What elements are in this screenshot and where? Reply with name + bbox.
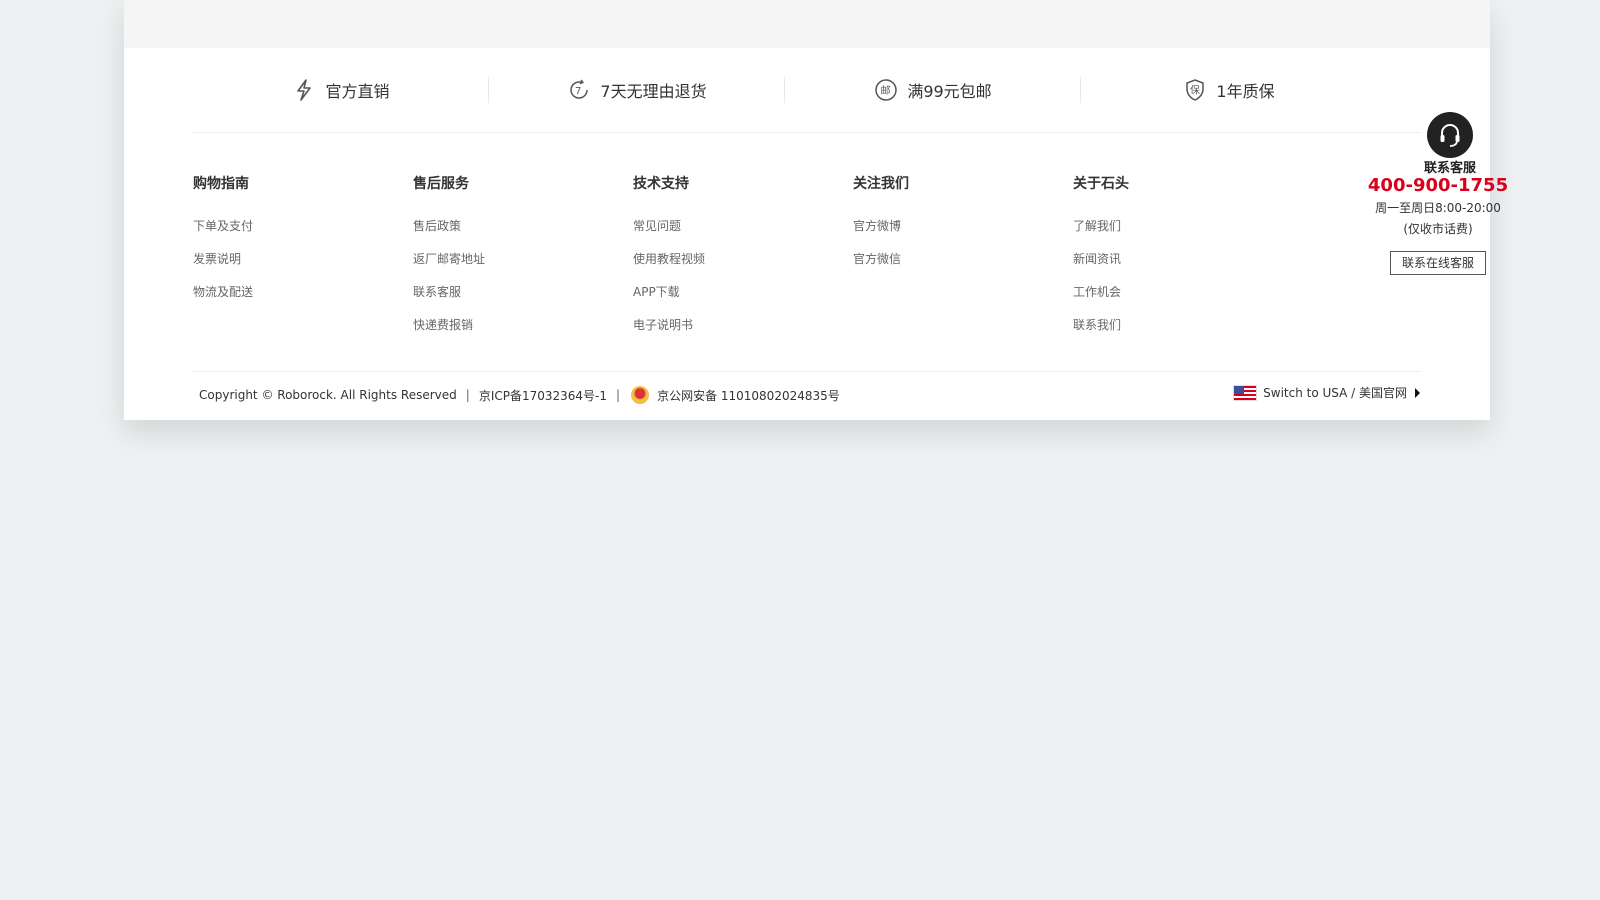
- footer-link[interactable]: 官方微博: [853, 218, 1023, 234]
- shield-guarantee-icon: 保: [1183, 78, 1207, 102]
- footer-link[interactable]: 返厂邮寄地址: [413, 251, 583, 267]
- lightning-icon: [292, 78, 316, 102]
- column-title: 购物指南: [193, 176, 249, 192]
- promise-7-day-return: 7 7天无理由退货: [489, 48, 785, 132]
- page-card: 官方直销 7 7天无理由退货 邮 满99元包邮 保 1年质保 购物指南 下单及支…: [124, 0, 1508, 421]
- promise-label: 官方直销: [325, 82, 390, 101]
- service-hours: 周一至周日8:00-20:00: [1375, 201, 1501, 215]
- customer-service-contact: 400-900-1755 周一至周日8:00-20:00 (仅收市话费) 联系在…: [1363, 174, 1513, 275]
- top-gray-strip: [124, 0, 1490, 48]
- floating-service-label: 联系客服: [1423, 161, 1476, 176]
- headset-icon: [1427, 112, 1473, 158]
- footer-column-shopping-guide: 购物指南 下单及支付 发票说明 物流及配送: [193, 174, 363, 317]
- promise-label: 1年质保: [1216, 82, 1275, 101]
- service-fee-note: (仅收市话费): [1403, 222, 1473, 236]
- column-title: 关于石头: [1073, 176, 1129, 192]
- footer-bottom-bar: Copyright © Roborock. All Rights Reserve…: [193, 371, 1420, 421]
- copyright-text: Copyright © Roborock. All Rights Reserve…: [199, 388, 457, 402]
- seven-day-return-icon: 7: [567, 78, 591, 102]
- footer-link[interactable]: 官方微信: [853, 251, 1023, 267]
- caret-right-icon: [1415, 387, 1420, 398]
- separator: |: [465, 388, 470, 402]
- promise-warranty: 保 1年质保: [1081, 48, 1377, 132]
- footer-links: 购物指南 下单及支付 发票说明 物流及配送 售后服务 售后政策 返厂邮寄地址 联…: [193, 174, 1508, 344]
- footer-link[interactable]: APP下载: [633, 284, 803, 300]
- footer-link[interactable]: 售后政策: [413, 218, 583, 234]
- promise-label: 满99元包邮: [907, 82, 992, 101]
- online-service-button[interactable]: 联系在线客服: [1389, 251, 1486, 275]
- mail-glyph: 邮: [881, 84, 891, 97]
- mail-stamp-icon: 邮: [874, 78, 898, 102]
- footer-link[interactable]: 工作机会: [1073, 284, 1243, 300]
- column-title: 关注我们: [853, 176, 909, 192]
- footer-column-tech-support: 技术支持 常见问题 使用教程视频 APP下载 电子说明书: [633, 174, 803, 350]
- footer-link[interactable]: 下单及支付: [193, 218, 363, 234]
- footer-link[interactable]: 快递费报销: [413, 317, 583, 333]
- copyright-line: Copyright © Roborock. All Rights Reserve…: [199, 386, 840, 404]
- return-glyph: 7: [575, 86, 581, 97]
- footer-link[interactable]: 物流及配送: [193, 284, 363, 300]
- public-security-record-link[interactable]: 京公网安备 11010802024835号: [657, 387, 840, 404]
- floating-customer-service[interactable]: 联系客服: [1420, 112, 1480, 180]
- promise-label: 7天无理由退货: [600, 82, 707, 101]
- switch-region-link[interactable]: Switch to USA / 美国官网: [1233, 384, 1420, 401]
- footer-column-about: 关于石头 了解我们 新闻资讯 工作机会 联系我们: [1073, 174, 1243, 350]
- footer-link[interactable]: 新闻资讯: [1073, 251, 1243, 267]
- footer-link[interactable]: 联系客服: [413, 284, 583, 300]
- switch-region-label: Switch to USA / 美国官网: [1263, 386, 1407, 400]
- footer-link[interactable]: 了解我们: [1073, 218, 1243, 234]
- separator: |: [616, 388, 621, 402]
- footer-link[interactable]: 使用教程视频: [633, 251, 803, 267]
- footer-column-follow-us: 关注我们 官方微博 官方微信: [853, 174, 1023, 284]
- police-badge-icon: [631, 386, 650, 404]
- column-title: 技术支持: [633, 176, 689, 192]
- footer-link[interactable]: 联系我们: [1073, 317, 1243, 333]
- service-promise-bar: 官方直销 7 7天无理由退货 邮 满99元包邮 保 1年质保: [193, 48, 1420, 133]
- usa-flag-icon: [1233, 384, 1258, 401]
- footer-link[interactable]: 常见问题: [633, 218, 803, 234]
- column-title: 售后服务: [413, 176, 469, 192]
- shield-glyph: 保: [1190, 84, 1200, 97]
- footer-link[interactable]: 电子说明书: [633, 317, 803, 333]
- promise-free-shipping: 邮 满99元包邮: [785, 48, 1081, 132]
- footer-column-after-sales: 售后服务 售后政策 返厂邮寄地址 联系客服 快递费报销: [413, 174, 583, 350]
- footer-link[interactable]: 发票说明: [193, 251, 363, 267]
- promise-official-sale: 官方直销: [193, 48, 489, 132]
- icp-license-link[interactable]: 京ICP备17032364号-1: [479, 387, 607, 404]
